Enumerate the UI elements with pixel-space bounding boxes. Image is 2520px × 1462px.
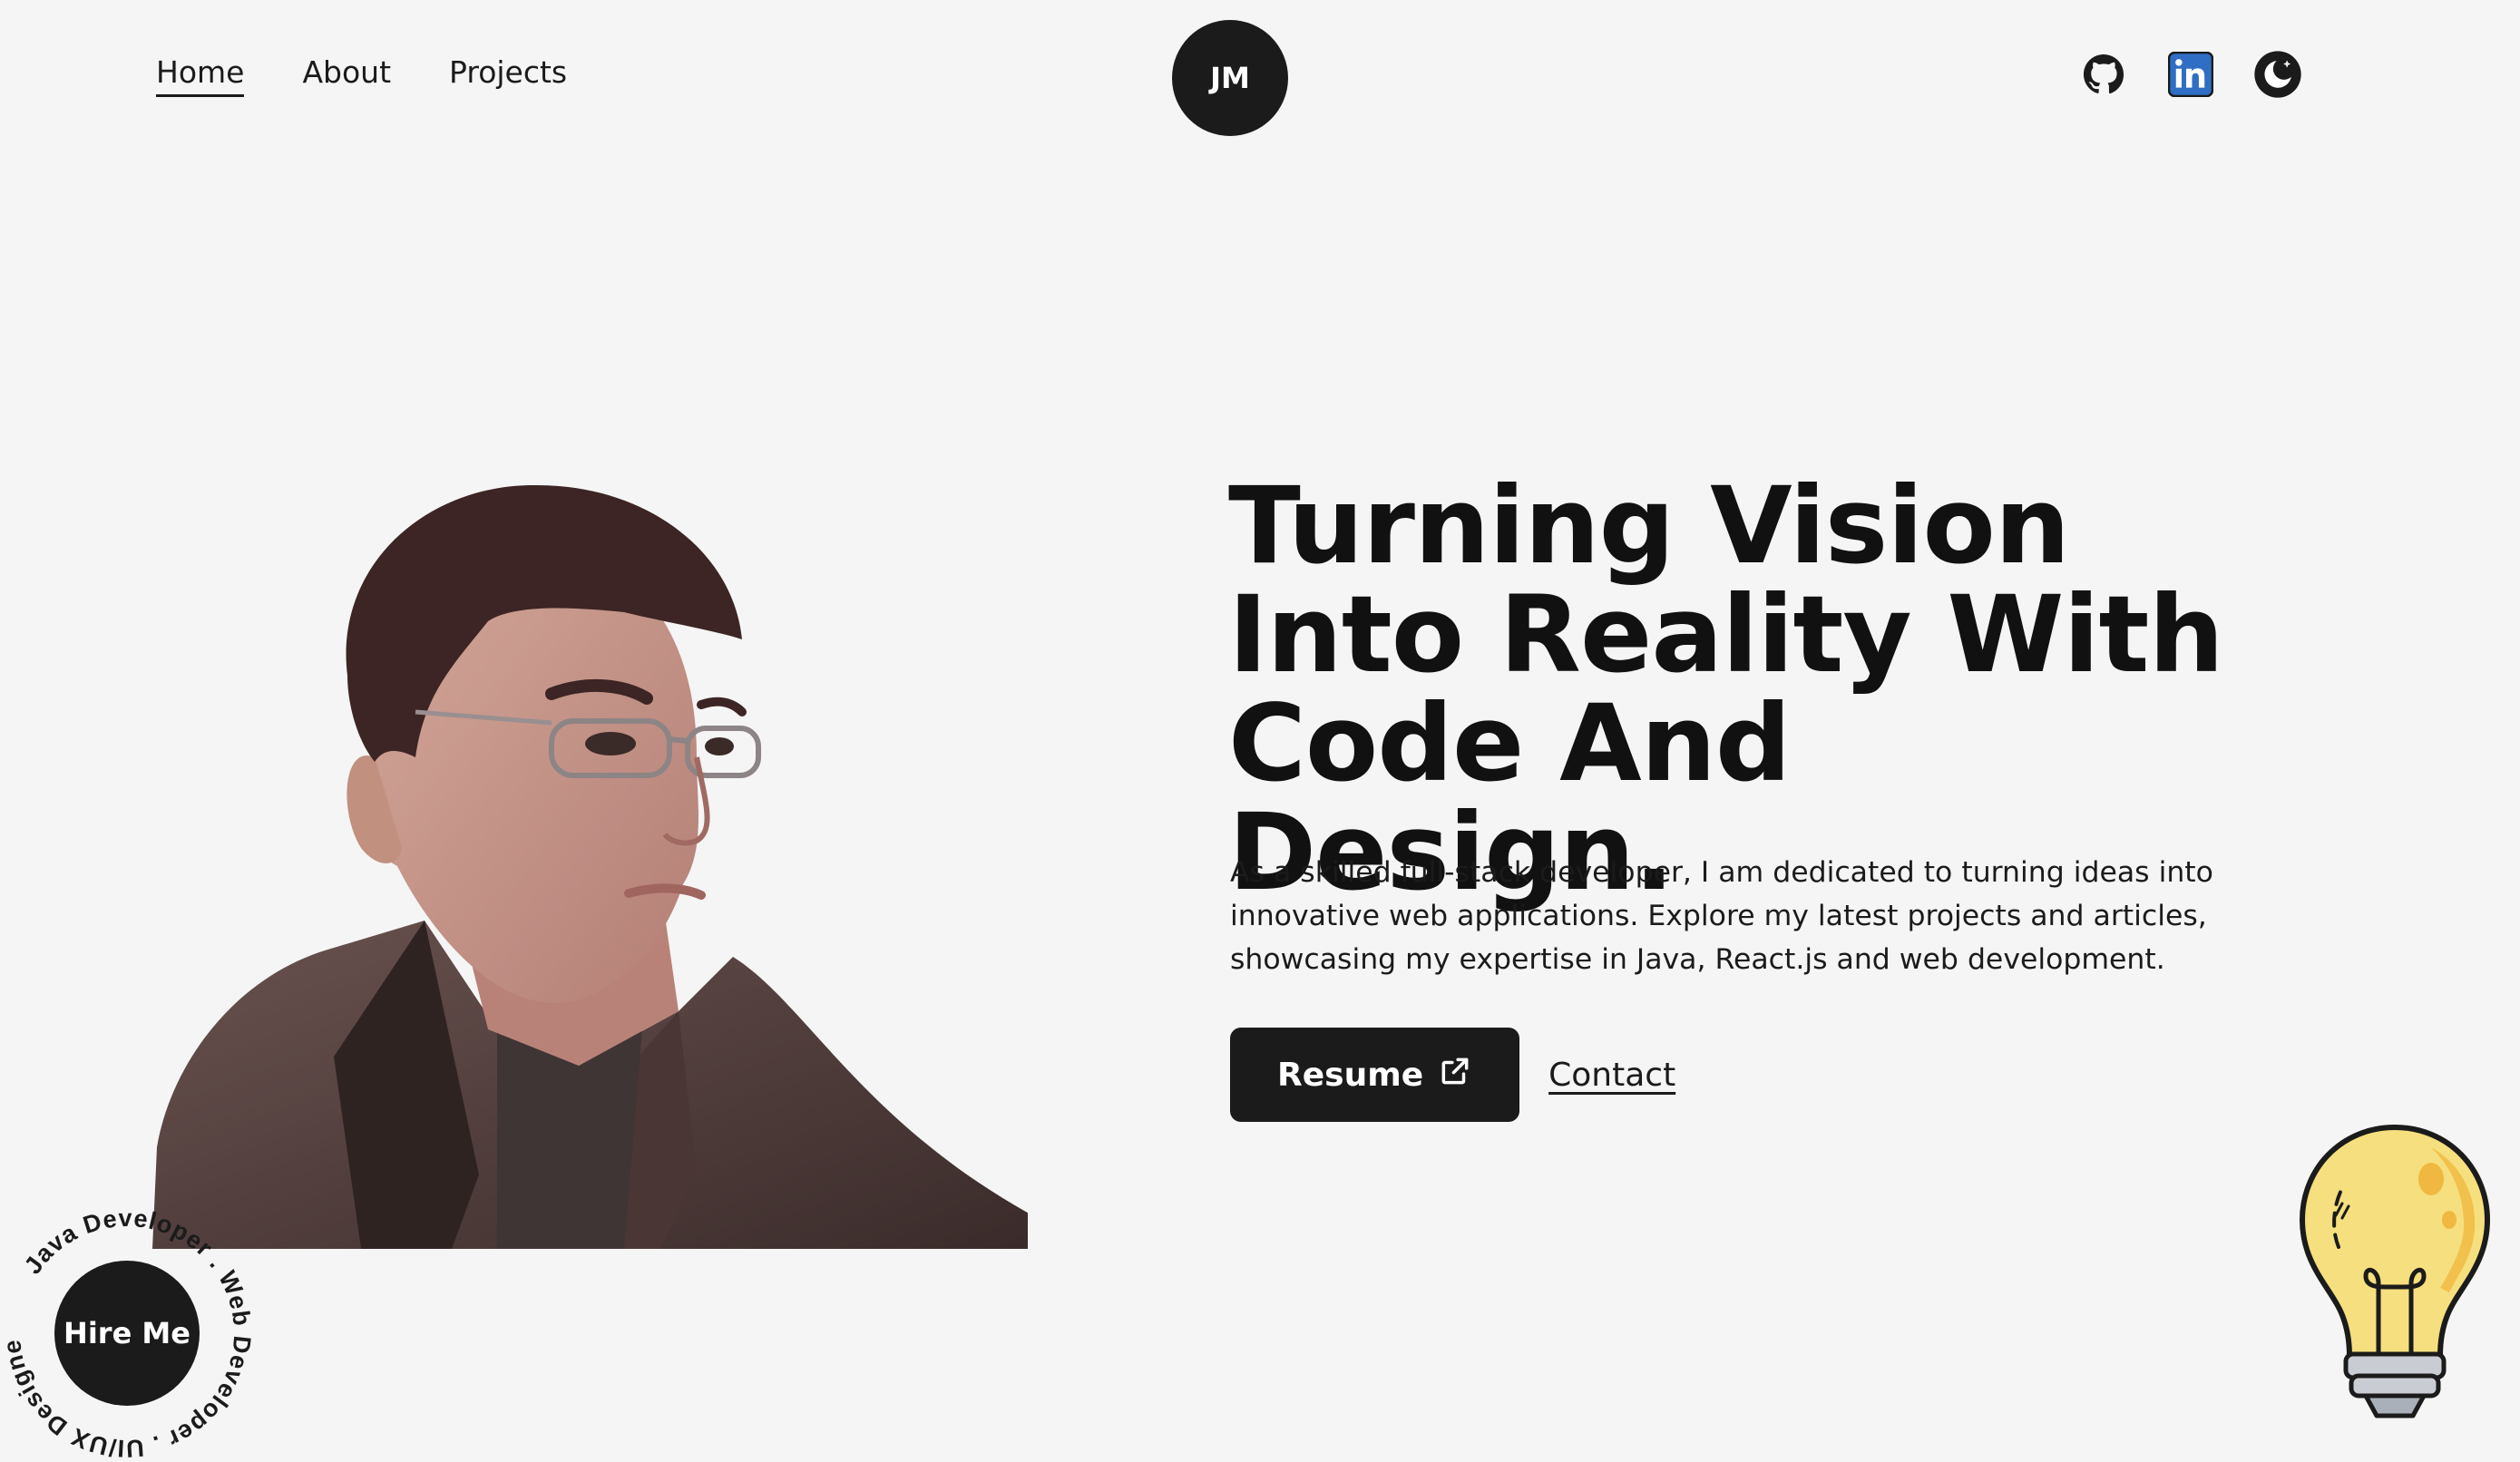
hero-actions: Resume Contact	[1230, 1028, 1675, 1122]
github-icon[interactable]	[2079, 50, 2128, 99]
social-links	[2079, 50, 2302, 99]
logo[interactable]: JM	[1172, 20, 1288, 136]
hire-me-button[interactable]: Hire Me	[54, 1261, 200, 1406]
main-nav: Home About Projects	[156, 54, 567, 99]
resume-label: Resume	[1277, 1056, 1424, 1094]
hire-me-badge[interactable]: Java Developer . Web Developer . UI/UX D…	[0, 1197, 254, 1462]
linkedin-icon[interactable]	[2166, 50, 2215, 99]
profile-illustration	[152, 376, 1037, 1249]
nav-about-link[interactable]: About	[302, 54, 391, 99]
moon-icon[interactable]	[2253, 50, 2302, 99]
resume-button[interactable]: Resume	[1230, 1028, 1520, 1122]
lightbulb-icon	[2295, 1120, 2495, 1428]
nav-projects-link[interactable]: Projects	[449, 54, 567, 99]
nav-home-link[interactable]: Home	[156, 54, 245, 99]
contact-link[interactable]: Contact	[1548, 1057, 1675, 1094]
external-link-icon	[1438, 1054, 1472, 1096]
hero-headline: Turning Vision Into Reality With Code An…	[1228, 463, 2224, 914]
hero-intro: As a skilled full-stack developer, I am …	[1230, 856, 2213, 976]
